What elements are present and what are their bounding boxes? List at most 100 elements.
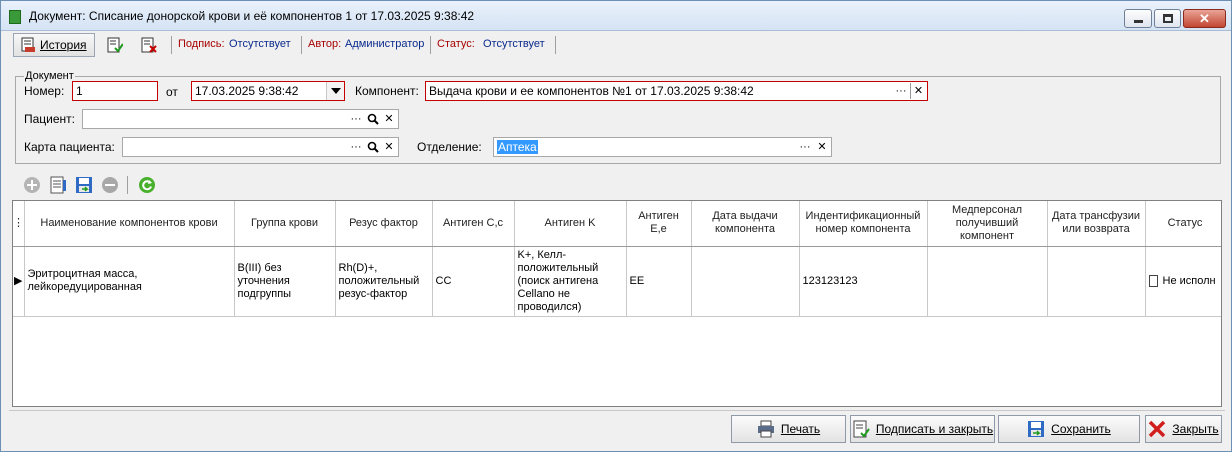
- column-header-name[interactable]: Наименование компонентов крови: [24, 201, 235, 247]
- cell-transfusion-date[interactable]: [1047, 246, 1146, 317]
- printer-icon: [757, 420, 774, 438]
- cell-status[interactable]: Не исполн: [1145, 246, 1221, 317]
- department-label: Отделение:: [417, 140, 482, 154]
- minimize-icon: [1134, 20, 1143, 23]
- minimize-button[interactable]: [1124, 9, 1152, 28]
- status-value: Отсутствует: [483, 38, 545, 50]
- maximize-icon: [1163, 14, 1173, 23]
- clear-icon[interactable]: ✕: [814, 139, 830, 155]
- document-group-legend: Документ: [24, 70, 75, 82]
- component-value: Выдача крови и ее компонентов №1 от 17.0…: [429, 84, 754, 98]
- column-header-staff[interactable]: Медперсонал получивший компонент: [927, 201, 1048, 247]
- cell-antigen-k[interactable]: K+, Келл-положительный (поиск антигена C…: [514, 246, 627, 317]
- search-icon[interactable]: [365, 139, 381, 155]
- toolbar-separator: [171, 36, 172, 54]
- sign-and-close-button[interactable]: Подписать и закрыть: [850, 415, 995, 443]
- save-button[interactable]: Сохранить: [998, 415, 1140, 443]
- table-header-row: ⋮ Наименование компонентов крови Группа …: [13, 201, 1221, 247]
- column-header-issue-date[interactable]: Дата выдачи компонента: [691, 201, 800, 247]
- refresh-button[interactable]: [137, 175, 157, 195]
- column-chooser-icon[interactable]: ⋮: [13, 201, 25, 247]
- clear-icon[interactable]: ✕: [910, 83, 926, 99]
- grid-toolbar-separator: [127, 176, 128, 194]
- grid-toolbar: [15, 173, 1221, 197]
- delete-row-button[interactable]: [100, 175, 120, 195]
- edit-list-icon: [50, 176, 66, 194]
- column-header-antigen-c[interactable]: Антиген C,c: [432, 201, 515, 247]
- number-field[interactable]: 1: [72, 81, 158, 101]
- cell-id-number[interactable]: 123123123: [799, 246, 928, 317]
- row-indicator-icon: ▶: [13, 246, 25, 317]
- department-field[interactable]: Аптека ··· ✕: [493, 137, 832, 157]
- column-header-transfusion-date[interactable]: Дата трансфузии или возврата: [1047, 201, 1146, 247]
- status-document-icon: [1148, 274, 1158, 287]
- close-button[interactable]: Закрыть: [1145, 415, 1222, 443]
- print-label: Печать: [780, 422, 821, 436]
- table-row[interactable]: ▶ Эритроцитная масса, лейкоредуцированна…: [13, 246, 1221, 317]
- patient-card-field[interactable]: ··· ✕: [122, 137, 399, 157]
- patient-field[interactable]: ··· ✕: [82, 109, 399, 129]
- ellipsis-icon[interactable]: ···: [797, 139, 813, 155]
- column-header-blood-group[interactable]: Группа крови: [234, 201, 336, 247]
- chevron-down-icon[interactable]: [326, 82, 344, 100]
- ellipsis-icon[interactable]: ···: [893, 83, 909, 99]
- sign-document-button[interactable]: [101, 33, 129, 57]
- cell-name[interactable]: Эритроцитная масса, лейкоредуцированная: [24, 246, 235, 317]
- close-label: Закрыть: [1172, 422, 1219, 436]
- history-button[interactable]: История: [13, 33, 95, 57]
- column-header-rh[interactable]: Резус фактор: [335, 201, 433, 247]
- cell-rh[interactable]: Rh(D)+, положительный резус-фактор: [335, 246, 433, 317]
- toolbar-separator: [430, 36, 431, 54]
- column-header-id-number[interactable]: Индентификационный номер компонента: [799, 201, 928, 247]
- number-label: Номер:: [24, 84, 65, 98]
- signature-label: Подпись:: [178, 38, 225, 50]
- component-field[interactable]: Выдача крови и ее компонентов №1 от 17.0…: [425, 81, 928, 101]
- components-grid[interactable]: ⋮ Наименование компонентов крови Группа …: [12, 200, 1222, 407]
- save-icon: [1028, 421, 1045, 437]
- add-icon: [24, 177, 40, 193]
- cell-issue-date[interactable]: [691, 246, 800, 317]
- remove-signature-button[interactable]: [135, 33, 163, 57]
- search-icon[interactable]: [365, 111, 381, 127]
- remove-icon: [102, 177, 118, 193]
- close-icon: [1149, 420, 1166, 438]
- footer-bar: Печать Подписать и закрыть Сохранить Зак…: [9, 410, 1225, 444]
- column-header-antigen-k[interactable]: Антиген K: [514, 201, 627, 247]
- save-row-button[interactable]: [74, 175, 94, 195]
- print-button[interactable]: Печать: [731, 415, 846, 443]
- window-title: Документ: Списание донорской крови и её …: [29, 9, 475, 23]
- sign-document-icon: [107, 37, 124, 53]
- cell-antigen-e[interactable]: EE: [626, 246, 692, 317]
- close-window-button[interactable]: ✕: [1183, 9, 1226, 28]
- cell-antigen-c[interactable]: CC: [432, 246, 515, 317]
- cell-blood-group[interactable]: B(III) без уточнения подгруппы: [234, 246, 336, 317]
- sign-document-icon: [853, 420, 870, 438]
- refresh-icon: [139, 177, 155, 193]
- component-label: Компонент:: [355, 84, 419, 98]
- author-value: Администратор: [345, 38, 425, 50]
- ellipsis-icon[interactable]: ···: [348, 111, 364, 127]
- department-value: Аптека: [497, 140, 538, 154]
- clear-icon[interactable]: ✕: [381, 139, 397, 155]
- column-header-antigen-e[interactable]: Антиген E,e: [626, 201, 692, 247]
- history-log-icon: [20, 37, 36, 53]
- save-icon: [76, 177, 92, 193]
- components-table: ⋮ Наименование компонентов крови Группа …: [13, 201, 1221, 317]
- document-window: Документ: Списание донорской крови и её …: [0, 0, 1232, 452]
- document-app-icon: [9, 10, 21, 24]
- ellipsis-icon[interactable]: ···: [348, 139, 364, 155]
- save-label: Сохранить: [1051, 422, 1111, 436]
- signature-value: Отсутствует: [229, 38, 291, 50]
- patient-label: Пациент:: [24, 112, 76, 126]
- status-label: Статус:: [437, 38, 475, 50]
- edit-row-button[interactable]: [48, 175, 68, 195]
- cell-staff[interactable]: [927, 246, 1048, 317]
- status-text: Не исполн: [1162, 274, 1216, 287]
- document-group: Документ Номер: 1 от 17.03.2025 9:38:42 …: [15, 70, 1221, 164]
- maximize-button[interactable]: [1154, 9, 1181, 28]
- patient-card-label: Карта пациента:: [24, 140, 115, 154]
- add-row-button[interactable]: [22, 175, 42, 195]
- clear-icon[interactable]: ✕: [381, 111, 397, 127]
- date-field[interactable]: 17.03.2025 9:38:42: [191, 81, 345, 101]
- column-header-status[interactable]: Статус: [1145, 201, 1221, 247]
